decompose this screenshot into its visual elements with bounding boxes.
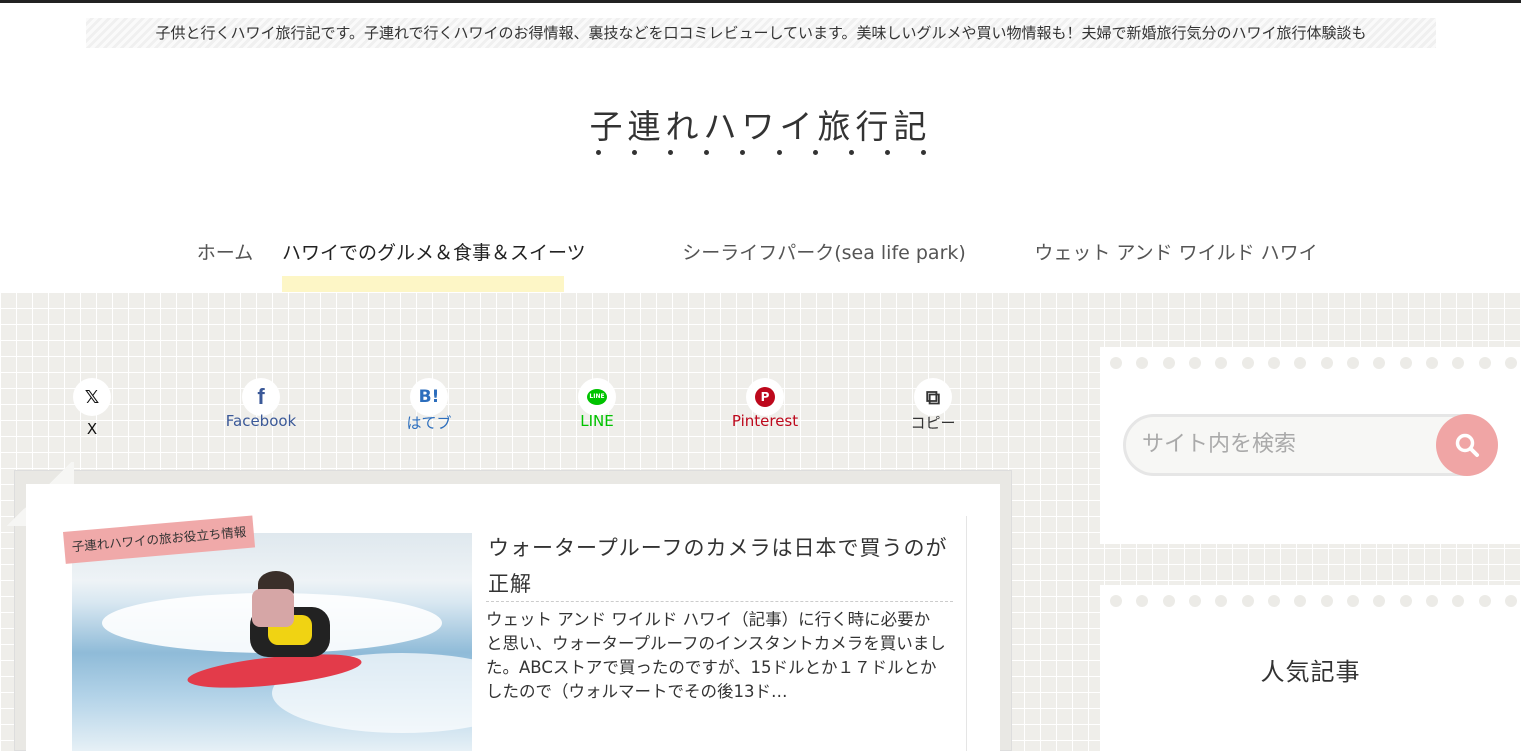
share-button-hatena[interactable]: B! はてブ — [388, 378, 470, 432]
share-label-pinterest: Pinterest — [731, 412, 799, 430]
share-button-facebook[interactable]: f Facebook — [210, 378, 312, 430]
share-button-line[interactable]: LINE LINE — [557, 378, 637, 430]
nav-active-underline — [282, 276, 564, 292]
share-label-facebook: Facebook — [225, 412, 297, 430]
site-title[interactable]: 子連れハワイ旅行記 — [0, 100, 1521, 148]
article-title[interactable]: ウォータープルーフのカメラは日本で買うのが正解 — [488, 530, 958, 602]
share-button-x[interactable]: 𝕏 X — [52, 378, 132, 438]
line-icon: LINE — [578, 378, 616, 416]
popular-articles-heading: 人気記事 — [1260, 658, 1361, 686]
site-tagline: 子供と行くハワイ旅行記です。子連れで行くハワイのお得情報、裏技などを口コミレビュ… — [86, 18, 1436, 48]
search-button[interactable] — [1436, 414, 1498, 476]
search-icon — [1455, 433, 1479, 457]
card-divider-vertical — [966, 516, 967, 751]
share-label-line: LINE — [580, 412, 614, 430]
widget-dots-decoration — [1110, 357, 1517, 371]
share-button-pinterest[interactable]: P Pinterest — [722, 378, 808, 430]
title-dots-decoration — [596, 150, 926, 164]
facebook-icon: f — [242, 378, 280, 416]
share-button-copy[interactable]: ⧉ コピー — [893, 378, 973, 432]
pinterest-icon: P — [746, 378, 784, 416]
global-nav: ホーム ハワイでのグルメ＆食事＆スイーツ シーライフパーク(sea life p… — [0, 222, 1521, 292]
article-excerpt: ウェット アンド ワイルド ハワイ（記事）に行く時に必要かと思い、ウォータープル… — [486, 610, 946, 701]
hatena-bookmark-icon: B! — [410, 378, 448, 416]
share-label-x: X — [86, 420, 98, 438]
share-label-hatena: はてブ — [406, 414, 452, 432]
article-thumbnail[interactable] — [72, 533, 472, 751]
x-icon: 𝕏 — [73, 378, 111, 416]
top-border — [0, 0, 1521, 3]
copy-icon: ⧉ — [914, 378, 952, 416]
nav-item-home[interactable]: ホーム — [194, 222, 256, 292]
thumbnail-blurred-face — [252, 589, 294, 627]
nav-item-sea-life-park[interactable]: シーライフパーク(sea life park) — [674, 222, 974, 292]
title-divider — [486, 601, 953, 602]
share-label-copy: コピー — [910, 414, 956, 432]
nav-item-wet-and-wild[interactable]: ウェット アンド ワイルド ハワイ — [1026, 222, 1326, 292]
widget-dots-decoration — [1110, 595, 1517, 609]
